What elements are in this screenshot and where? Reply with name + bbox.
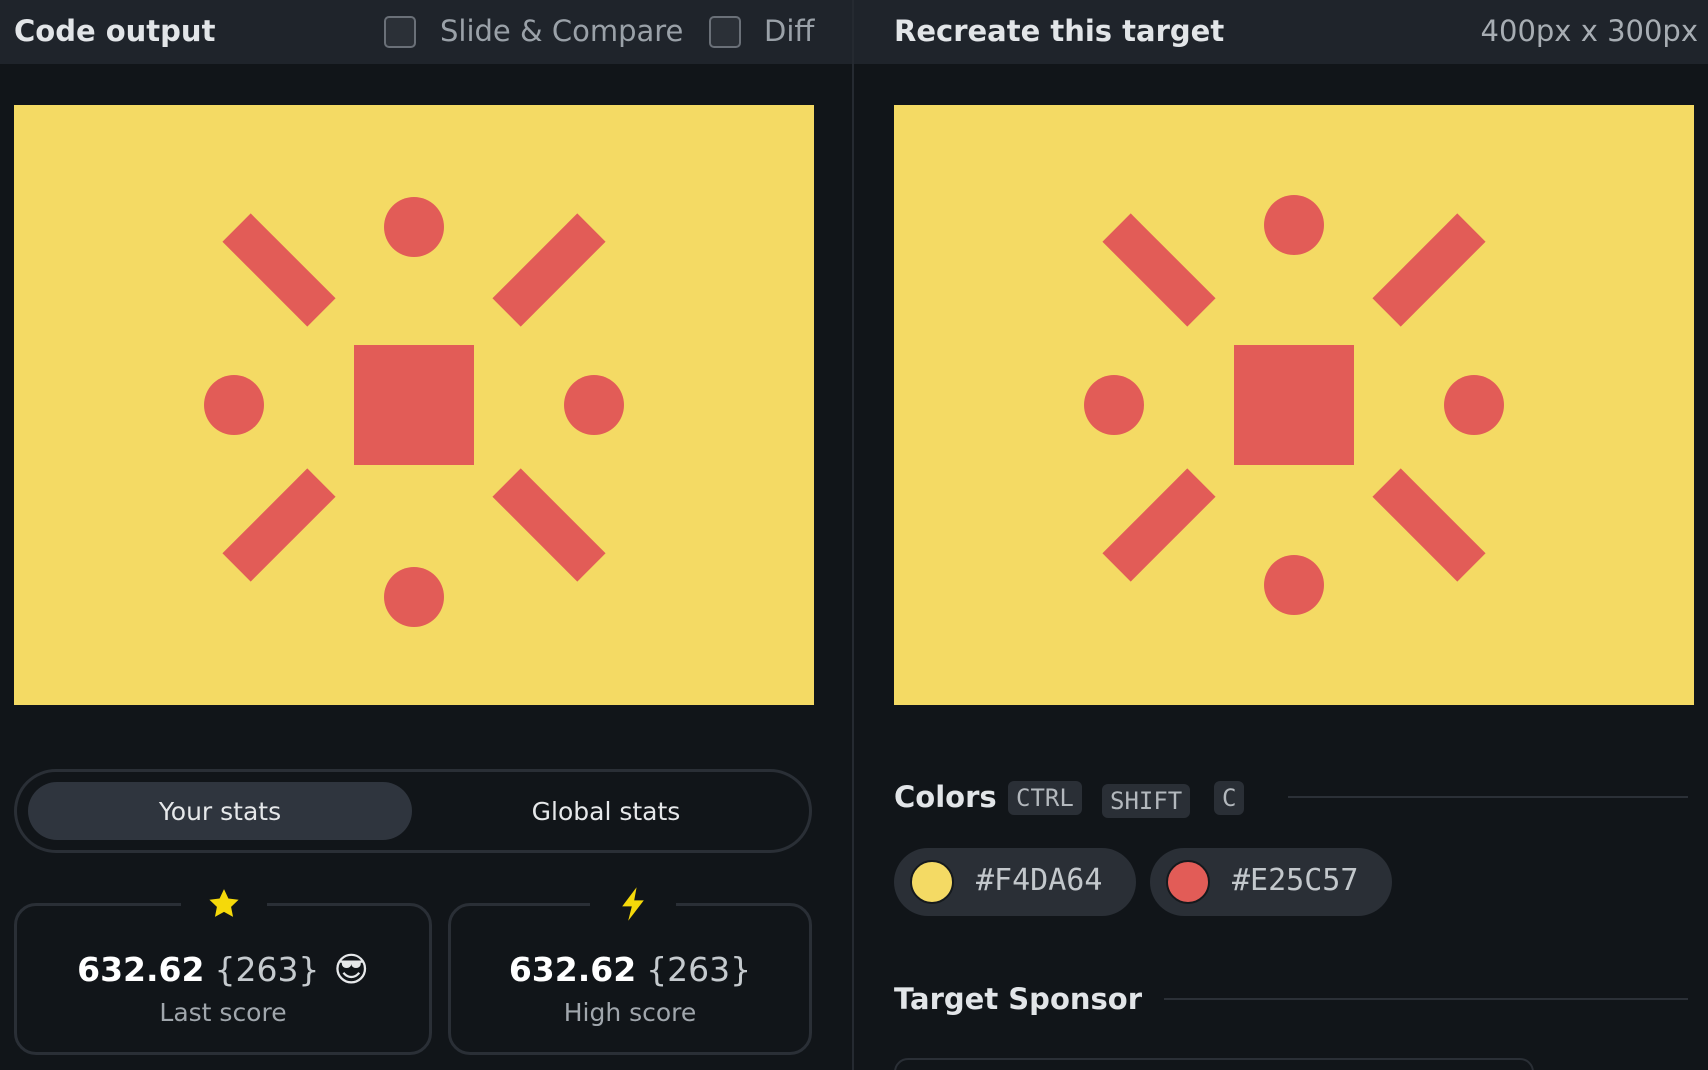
code-output-title: Code output xyxy=(14,14,216,48)
target-canvas[interactable] xyxy=(894,105,1694,705)
bottom-left-bar xyxy=(222,468,336,582)
slide-compare-checkbox[interactable] xyxy=(384,16,416,48)
slide-compare-label[interactable]: Slide & Compare xyxy=(440,14,683,48)
yellow-hex: #F4DA64 xyxy=(976,863,1103,898)
top-left-bar xyxy=(1102,213,1216,327)
last-score-count: {263} xyxy=(214,950,320,989)
target-sponsor-title: Target Sponsor xyxy=(894,982,1143,1016)
high-score-card: 632.62 {263} High score xyxy=(448,884,812,1055)
bottom-left-bar xyxy=(1102,468,1216,582)
last-score-label: Last score xyxy=(159,998,287,1027)
last-score-card: 632.62 {263} 😎 Last score xyxy=(14,884,432,1055)
high-score-label: High score xyxy=(563,998,697,1027)
high-score-value: 632.62 {263} xyxy=(451,950,809,989)
kbd-shift: SHIFT xyxy=(1102,784,1191,818)
bottom-circle xyxy=(384,567,444,627)
sponsor-card[interactable] xyxy=(894,1058,1534,1070)
red-color-dot xyxy=(1166,860,1210,904)
left-circle xyxy=(204,375,264,435)
yellow-color-dot xyxy=(910,860,954,904)
code-output-panel: Code output Slide & Compare Diff Your st… xyxy=(0,0,852,1070)
bottom-right-bar xyxy=(1372,468,1486,582)
code-output-header: Code output Slide & Compare Diff xyxy=(0,0,852,64)
colors-title: Colors xyxy=(894,780,997,814)
color-swatch-yellow[interactable]: #F4DA64 xyxy=(894,848,1136,916)
red-hex: #E25C57 xyxy=(1232,863,1359,898)
bottom-right-bar xyxy=(492,468,606,582)
last-score-number: 632.62 xyxy=(77,950,205,989)
high-score-number: 632.62 xyxy=(508,950,637,989)
left-circle xyxy=(1084,375,1144,435)
tab-your-stats[interactable]: Your stats xyxy=(28,782,412,840)
target-header: Recreate this target 400px x 300px xyxy=(854,0,1708,64)
target-dimensions: 400px x 300px xyxy=(1480,14,1698,48)
diff-label[interactable]: Diff xyxy=(764,14,814,48)
target-title: Recreate this target xyxy=(894,14,1225,48)
bottom-circle xyxy=(1264,555,1324,615)
tab-global-stats[interactable]: Global stats xyxy=(414,782,798,840)
high-score-count: {263} xyxy=(646,950,752,989)
colors-divider xyxy=(1288,796,1688,798)
top-left-bar xyxy=(222,213,336,327)
stats-tabs: Your stats Global stats xyxy=(14,769,812,853)
right-circle xyxy=(564,375,624,435)
sunglasses-emoji-icon: 😎 xyxy=(333,950,369,990)
kbd-c: C xyxy=(1214,781,1245,815)
top-circle xyxy=(1264,195,1324,255)
top-right-bar xyxy=(492,213,606,327)
top-right-bar xyxy=(1372,213,1486,327)
star-icon xyxy=(181,884,267,924)
sponsor-divider xyxy=(1164,998,1688,1000)
diff-checkbox[interactable] xyxy=(709,16,741,48)
color-swatch-red[interactable]: #E25C57 xyxy=(1150,848,1392,916)
top-circle xyxy=(384,197,444,257)
center-square xyxy=(1234,345,1354,465)
code-output-canvas[interactable] xyxy=(14,105,814,705)
target-panel: Recreate this target 400px x 300px Color… xyxy=(854,0,1708,1070)
lightning-icon xyxy=(590,884,676,924)
right-circle xyxy=(1444,375,1504,435)
last-score-value: 632.62 {263} 😎 xyxy=(17,950,429,990)
center-square xyxy=(354,345,474,465)
kbd-ctrl: CTRL xyxy=(1008,781,1082,815)
